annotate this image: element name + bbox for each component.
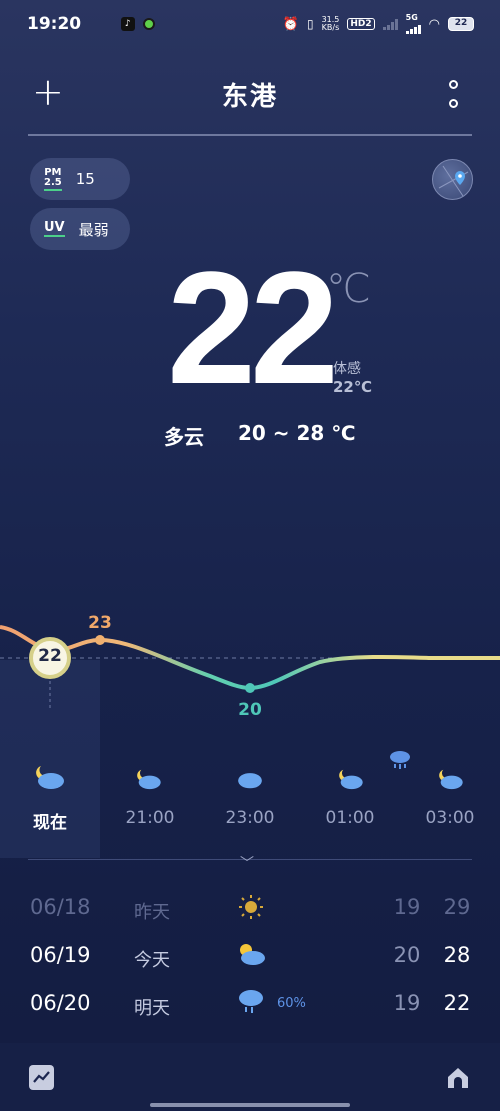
- day-low: 20: [393, 943, 421, 967]
- network-type: 5G: [405, 13, 418, 22]
- sunny-icon: [239, 895, 263, 919]
- day-high: 22: [443, 991, 471, 1015]
- uv-value: 最弱: [78, 220, 109, 239]
- daily-row-today[interactable]: 06/19 今天 20 28: [0, 943, 500, 983]
- low-temp-label: 20: [238, 700, 262, 720]
- day-low: 19: [393, 991, 421, 1015]
- rain-icon: [390, 751, 410, 769]
- day-name: 今天: [134, 950, 170, 971]
- partly-cloudy-night-icon: [339, 769, 363, 790]
- map-button[interactable]: [432, 159, 473, 200]
- temperature-unit: ℃: [326, 266, 371, 312]
- pm25-value: 15: [75, 170, 95, 188]
- partly-cloudy-night-icon: [36, 766, 64, 789]
- day-date: 06/20: [30, 991, 91, 1015]
- feels-like-label: 体感: [333, 361, 361, 377]
- day-date: 06/18: [30, 895, 91, 919]
- low-point: [245, 683, 255, 693]
- signal-sim2-icon: [382, 18, 398, 30]
- precipitation-chance: 60%: [277, 996, 306, 1011]
- current-marker-label: 22: [38, 646, 62, 666]
- alarm-icon: ⏰: [282, 16, 299, 32]
- tiktok-icon: ♪: [120, 17, 135, 31]
- hour-item-2100[interactable]: 21:00: [110, 768, 190, 828]
- hour-label: 21:00: [125, 808, 175, 828]
- home-button[interactable]: [445, 1065, 471, 1091]
- vibrate-icon: ▯: [306, 17, 314, 31]
- daily-row-yesterday[interactable]: 06/18 昨天 19 29: [0, 895, 500, 935]
- partly-cloudy-night-icon: [137, 769, 161, 790]
- more-options-button[interactable]: [446, 80, 460, 108]
- home-icon: [448, 1068, 468, 1088]
- hour-item-0300[interactable]: 03:00: [410, 768, 490, 828]
- high-temp-label: 23: [88, 613, 112, 633]
- hour-item-0100[interactable]: 01:00: [310, 768, 390, 828]
- status-icons: ♪ ⏰ ▯ 31.5 KB/s HD2 5G ◠ 22: [120, 13, 474, 34]
- partly-cloudy-icon: [240, 944, 265, 965]
- battery-indicator: 22: [448, 17, 474, 31]
- partly-cloudy-night-icon: [439, 769, 463, 790]
- home-indicator[interactable]: [150, 1103, 350, 1107]
- day-low: 19: [393, 895, 421, 919]
- chevron-down-icon[interactable]: ﹀: [240, 853, 254, 873]
- app-notification-icon: [142, 18, 155, 30]
- status-time: 19:20: [27, 14, 82, 34]
- trend-button[interactable]: [29, 1065, 54, 1090]
- temperature-range: 20 ~ 28 ℃: [238, 421, 356, 445]
- day-name: 昨天: [134, 902, 170, 923]
- city-title: 东港: [221, 82, 278, 112]
- location-pin-icon: [438, 165, 469, 197]
- day-name: 明天: [134, 998, 170, 1019]
- uv-chip[interactable]: UV 最弱: [30, 208, 130, 250]
- signal-sim1-icon: [405, 22, 421, 34]
- pm25-label: PM 2.5: [44, 167, 62, 191]
- wifi-icon: ◠: [428, 16, 440, 32]
- day-high: 29: [443, 895, 471, 919]
- hour-item-now[interactable]: 现在: [10, 764, 90, 833]
- hour-item-2300[interactable]: 23:00: [210, 768, 290, 828]
- hour-label: 23:00: [225, 808, 275, 828]
- bottom-bar: [0, 1043, 500, 1111]
- header-divider: [28, 134, 472, 136]
- current-temperature: 22: [167, 238, 339, 417]
- day-high: 28: [443, 943, 471, 967]
- hour-label: 03:00: [425, 808, 475, 828]
- day-date: 06/19: [30, 943, 91, 967]
- hour-label: 现在: [33, 813, 67, 833]
- trend-chart-icon: [33, 1071, 50, 1083]
- pm25-chip[interactable]: PM 2.5 15: [30, 158, 130, 200]
- net-speed: 31.5 KB/s: [321, 15, 340, 32]
- hour-label: 01:00: [325, 808, 375, 828]
- hourly-temperature-chart: [0, 625, 500, 710]
- weather-condition: 多云: [164, 425, 204, 449]
- daily-row-tomorrow[interactable]: 06/20 明天 60% 19 22: [0, 990, 500, 1031]
- uv-label: UV: [44, 220, 65, 237]
- rain-icon: [239, 990, 263, 1013]
- feels-like-value: 22℃: [333, 378, 373, 396]
- high-point: [95, 635, 105, 645]
- hd-badge: HD2: [347, 18, 375, 30]
- cloudy-icon: [238, 773, 262, 789]
